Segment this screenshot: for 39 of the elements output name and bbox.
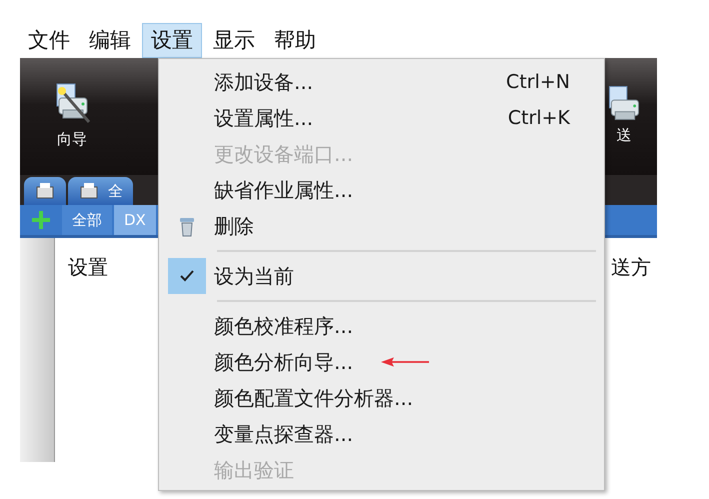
column-header: 设置 [68,254,108,281]
menu-item-label: 输出验证 [214,457,294,484]
shortcut-label: Ctrl+N [506,70,570,95]
menu-item-label: 颜色配置文件分析器... [214,385,414,412]
column-header: 送方 [611,254,651,281]
tab-label: 全 [108,180,123,202]
printer-icon [609,86,639,120]
menu-item-label: 设置属性... [214,105,314,132]
device-tab[interactable] [24,177,66,205]
menu-item[interactable]: 删除 [214,208,604,244]
printer-icon [78,181,100,201]
menu-bar-item[interactable]: 设置 [142,23,202,58]
menu-item[interactable]: 设为当前 [214,258,604,294]
printer-icon [34,181,56,201]
menu-bar-item[interactable]: 文件 [20,23,78,58]
toolbar-button[interactable]: 向导 [53,82,91,151]
menu-item-label: 变量点探查器... [214,421,354,448]
menu-item[interactable]: 添加设备... Ctrl+N [214,64,604,100]
menu-item[interactable]: 设置属性... Ctrl+K [214,100,604,136]
shortcut-label: Ctrl+K [508,106,570,131]
filter-tab[interactable]: 全部 [62,205,112,235]
menu-item-label: 添加设备... [214,69,314,96]
trash-icon [178,215,196,237]
menu-item[interactable]: 缺省作业属性... [214,172,604,208]
menu-item[interactable]: 变量点探查器... [214,416,604,452]
menu-bar-item[interactable]: 显示 [205,23,263,58]
menu-item[interactable]: 颜色校准程序... [214,308,604,344]
menu-item-label: 缺省作业属性... [214,177,354,204]
menu-item-label: 删除 [214,213,254,240]
menu-item[interactable]: 颜色配置文件分析器... [214,380,604,416]
menu-bar-item[interactable]: 帮助 [266,23,324,58]
menu-item-label: 颜色分析向导... [214,349,354,376]
menu-item-label: 更改设备端口... [214,141,354,168]
menu-item-label: 设为当前 [214,263,294,290]
menu-item[interactable]: 颜色分析向导... [214,344,604,380]
menu-item-label: 颜色校准程序... [214,313,354,340]
menu-bar-item[interactable]: 编辑 [81,23,139,58]
toolbar-button[interactable]: 送 [609,86,639,147]
device-tab[interactable]: 全 [68,177,133,205]
